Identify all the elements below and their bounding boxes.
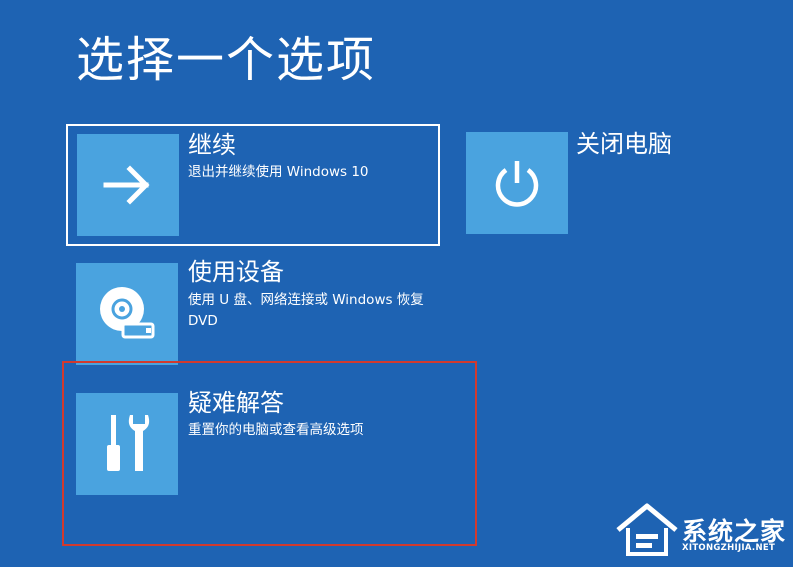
recovery-screen: 选择一个选项 继续 退出并继续使用 Windows 10 关闭电脑 使用设备 使… (0, 0, 793, 567)
disc-usb-icon (100, 287, 155, 339)
option-troubleshoot-description: 重置你的电脑或查看高级选项 (188, 422, 364, 438)
option-shutdown[interactable]: 关闭电脑 (458, 124, 718, 246)
shutdown-tile (466, 132, 568, 234)
watermark-url: XITONGZHIJIA.NET (682, 543, 776, 553)
power-icon (495, 161, 539, 207)
option-continue[interactable]: 继续 退出并继续使用 Windows 10 (66, 124, 440, 246)
arrow-right-icon (103, 165, 150, 205)
option-use-device[interactable]: 使用设备 使用 U 盘、网络连接或 Windows 恢复 DVD (66, 254, 440, 366)
continue-tile (77, 134, 179, 236)
page-title: 选择一个选项 (76, 32, 377, 88)
option-use-device-description: 使用 U 盘、网络连接或 Windows 恢复 DVD (188, 292, 424, 329)
house-logo-icon (616, 503, 678, 556)
watermark-logo: 系统之家 XITONGZHIJIA.NET (612, 498, 790, 562)
option-troubleshoot-title: 疑难解答 (188, 389, 284, 417)
option-continue-title: 继续 (188, 131, 236, 159)
option-use-device-title: 使用设备 (188, 258, 284, 286)
troubleshoot-tile (76, 393, 178, 495)
use-device-tile (76, 263, 178, 365)
option-continue-description: 退出并继续使用 Windows 10 (188, 164, 369, 180)
tools-icon (107, 415, 150, 471)
option-troubleshoot[interactable]: 疑难解答 重置你的电脑或查看高级选项 (66, 384, 466, 504)
option-shutdown-title: 关闭电脑 (576, 130, 672, 158)
